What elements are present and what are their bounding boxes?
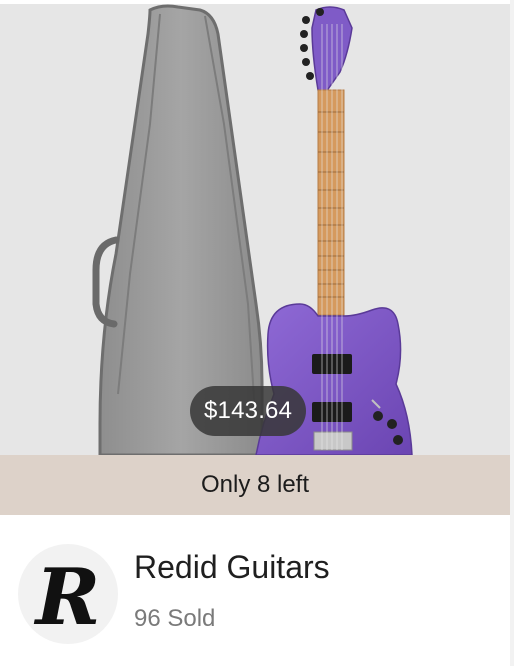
seller-logo-letter: R	[34, 552, 101, 643]
stock-status-bar: Only 8 left	[0, 455, 510, 515]
product-card[interactable]: $143.64 Only 8 left R Redid Guitars 96 S…	[0, 0, 514, 666]
price-badge: $143.64	[190, 386, 307, 436]
seller-name[interactable]: Redid Guitars	[134, 549, 330, 586]
seller-sold-count: 96 Sold	[134, 605, 216, 632]
seller-info[interactable]: R Redid Guitars 96 Sold	[0, 515, 510, 666]
product-image[interactable]: $143.64	[0, 4, 510, 455]
seller-logo-icon: R	[34, 552, 101, 643]
seller-avatar[interactable]: R	[18, 544, 118, 644]
